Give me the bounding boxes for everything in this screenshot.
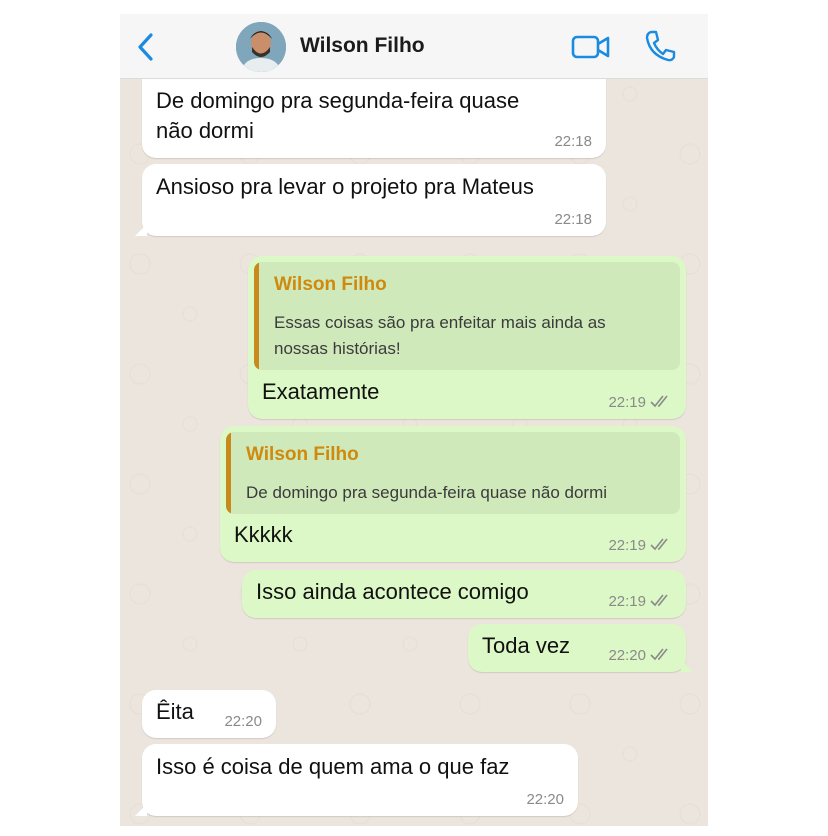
- message-bubble-outgoing[interactable]: Isso ainda acontece comigo 22:19: [242, 570, 686, 618]
- contact-name[interactable]: Wilson Filho: [300, 34, 425, 58]
- bubble-tail: [135, 224, 147, 236]
- quote-text: nossas histórias!: [274, 339, 401, 358]
- quote-accent-bar: [226, 432, 231, 514]
- read-receipt-icon: [650, 395, 668, 408]
- message-text: Isso ainda acontece comigo: [256, 579, 529, 604]
- read-receipt-icon: [650, 594, 668, 607]
- bubble-tail: [135, 804, 147, 816]
- message-time: 22:19: [608, 394, 646, 411]
- message-bubble-incoming[interactable]: Êita 22:20: [142, 690, 276, 738]
- quoted-message[interactable]: Wilson Filho Essas coisas são pra enfeit…: [254, 262, 680, 370]
- video-call-icon[interactable]: [571, 34, 611, 60]
- contact-avatar[interactable]: [236, 22, 286, 72]
- quote-text: De domingo pra segunda-feira quase não d…: [246, 483, 608, 502]
- message-text: Exatamente: [262, 379, 380, 404]
- message-bubble-incoming[interactable]: De domingo pra segunda-feira quase não d…: [142, 78, 606, 158]
- chat-header: Wilson Filho: [120, 14, 708, 79]
- message-time: 22:20: [526, 791, 564, 808]
- bubble-tail: [681, 660, 693, 672]
- message-text: De domingo pra segunda-feira quase: [156, 88, 520, 113]
- read-receipt-icon: [650, 538, 668, 551]
- voice-call-icon[interactable]: [644, 29, 676, 63]
- message-bubble-incoming[interactable]: Ansioso pra levar o projeto pra Mateus 2…: [135, 164, 606, 236]
- message-time: 22:19: [608, 593, 646, 610]
- message-bubble-outgoing[interactable]: Toda vez 22:20: [468, 624, 693, 672]
- message-text: Êita: [156, 699, 194, 724]
- back-chevron-icon[interactable]: [136, 32, 156, 62]
- message-bubble-incoming[interactable]: Isso é coisa de quem ama o que faz 22:20: [135, 744, 578, 816]
- message-time: 22:20: [608, 647, 646, 664]
- message-bubble-outgoing[interactable]: Wilson Filho De domingo pra segunda-feir…: [220, 426, 686, 562]
- message-text: não dormi: [156, 118, 254, 143]
- message-text: Ansioso pra levar o projeto pra Mateus: [156, 174, 534, 199]
- quoted-message[interactable]: Wilson Filho De domingo pra segunda-feir…: [226, 432, 680, 514]
- message-bubble-outgoing[interactable]: Wilson Filho Essas coisas são pra enfeit…: [248, 256, 686, 419]
- quote-accent-bar: [254, 262, 259, 370]
- quote-author: Wilson Filho: [274, 274, 387, 295]
- message-time: 22:18: [554, 211, 592, 228]
- quote-text: Essas coisas são pra enfeitar mais ainda…: [274, 313, 606, 332]
- message-text: Toda vez: [482, 633, 571, 658]
- message-text: Isso é coisa de quem ama o que faz: [156, 754, 510, 779]
- avatar-photo-icon: [236, 22, 286, 72]
- chat-screen: Wilson Filho De domingo pra segunda-feir…: [120, 14, 708, 826]
- message-text: Kkkkk: [234, 522, 293, 547]
- quote-author: Wilson Filho: [246, 444, 359, 465]
- read-receipt-icon: [650, 648, 668, 661]
- message-time: 22:20: [224, 713, 262, 730]
- message-time: 22:18: [554, 133, 592, 150]
- message-time: 22:19: [608, 537, 646, 554]
